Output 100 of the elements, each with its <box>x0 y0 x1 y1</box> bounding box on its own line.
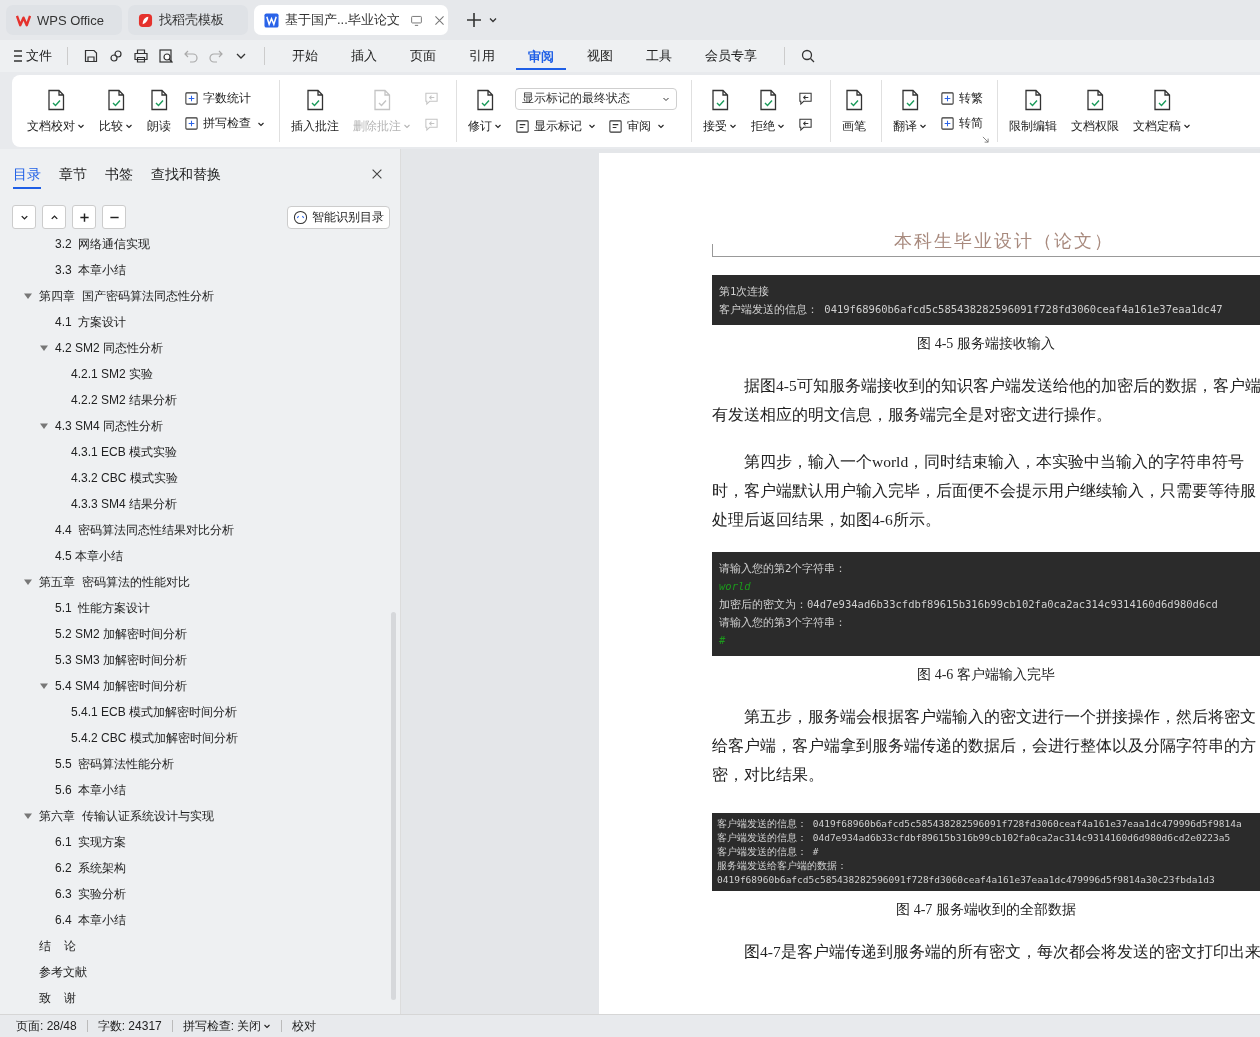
ribbon-button[interactable]: 文档定稿 <box>1128 83 1196 139</box>
toc-entry[interactable]: 第六章 传输认证系统设计与实现 <box>39 807 214 825</box>
expand-arrow-icon[interactable] <box>39 343 49 353</box>
ribbon-button[interactable]: 比较 <box>94 83 138 139</box>
plus-box-icon <box>184 91 199 106</box>
chevron-down-icon[interactable] <box>488 15 498 25</box>
toc-entry[interactable]: 4.3.1 ECB 模式实验 <box>71 443 178 461</box>
toc-entry[interactable]: 6.2 系统架构 <box>55 859 127 877</box>
toc-entry[interactable]: 5.4 SM4 加解密时间分析 <box>55 677 188 695</box>
ribbon-button[interactable]: 限制编辑 <box>1004 83 1062 139</box>
toc-entry[interactable]: 参考文献 <box>39 963 87 981</box>
plus-box-icon <box>940 91 955 106</box>
expand-arrow-icon[interactable] <box>23 291 33 301</box>
toc-entry[interactable]: 4.2 SM2 同态性分析 <box>55 339 164 357</box>
pane-tab[interactable]: 目录 <box>13 165 41 189</box>
toc-entry[interactable]: 5.3 SM3 加解密时间分析 <box>55 651 188 669</box>
toc-entry[interactable]: 5.1 性能方案设计 <box>55 599 151 617</box>
toc-entry[interactable]: 第五章 密码算法的性能对比 <box>39 573 190 591</box>
toc-entry[interactable]: 6.4 本章小结 <box>55 911 127 929</box>
expand-arrow-icon[interactable] <box>39 421 49 431</box>
toc-entry[interactable]: 5.2 SM2 加解密时间分析 <box>55 625 188 643</box>
file-menu[interactable]: 文件 <box>14 47 52 65</box>
ribbon-button[interactable]: 拼写检查 <box>184 115 265 132</box>
collapse-button[interactable] <box>12 205 36 229</box>
document-tab[interactable]: 基于国产...毕业论文 <box>254 5 448 35</box>
toc-entry[interactable]: 第四章 国产密码算法同态性分析 <box>39 287 214 305</box>
toc-entry[interactable]: 5.5 密码算法性能分析 <box>55 755 175 773</box>
toc-entry[interactable]: 3.3 本章小结 <box>55 261 127 279</box>
pane-tab[interactable]: 书签 <box>105 165 133 189</box>
comment-arrow-icon <box>798 90 813 106</box>
add-button[interactable] <box>72 205 96 229</box>
ribbon-tab[interactable]: 引用 <box>457 41 507 71</box>
save-icon[interactable] <box>83 48 99 64</box>
close-icon[interactable] <box>432 13 446 27</box>
toc-entry[interactable]: 结 论 <box>39 937 77 955</box>
document-tab[interactable]: 找稻壳模板 <box>128 5 248 35</box>
ribbon-button[interactable]: 显示标记 <box>515 117 596 135</box>
preview-icon[interactable] <box>158 48 174 64</box>
scrollbar[interactable] <box>391 612 396 1000</box>
toc-entry[interactable]: 4.4 密码算法同态性结果对比分析 <box>55 521 235 539</box>
expand-arrow-icon[interactable] <box>39 681 49 691</box>
toc-entry[interactable]: 4.1 方案设计 <box>55 313 127 331</box>
body-text-line: 处理后返回结果，如图4-6所示。 <box>712 510 942 530</box>
toc-entry[interactable]: 3.2 网络通信实现 <box>55 235 151 253</box>
toc-entry[interactable]: 致 谢 <box>39 989 77 1007</box>
print-icon[interactable] <box>133 48 149 64</box>
ribbon-button[interactable]: 文档校对 <box>22 83 90 139</box>
ribbon-button[interactable]: 插入批注 <box>286 83 344 139</box>
ribbon-button[interactable]: 接受 <box>698 83 742 139</box>
ribbon-button[interactable]: 审阅 <box>608 117 665 135</box>
new-tab-icon[interactable] <box>466 12 482 28</box>
ribbon-button[interactable]: 拒绝 <box>746 83 790 139</box>
pane-tab[interactable]: 章节 <box>59 165 87 189</box>
document-tab[interactable]: WPS Office <box>6 5 122 35</box>
redo-icon[interactable] <box>208 48 224 64</box>
expand-button[interactable] <box>42 205 66 229</box>
ribbon-button[interactable]: 画笔 <box>837 83 871 139</box>
ribbon-button[interactable]: 转繁 <box>940 90 983 107</box>
figure-caption: 图 4-6 客户端输入完毕 <box>916 666 1056 684</box>
ribbon-button[interactable]: 修订 <box>463 83 507 139</box>
toc-entry[interactable]: 4.5 本章小结 <box>55 547 123 565</box>
ribbon-button[interactable]: 转简 <box>940 115 983 132</box>
figure-caption: 图 4-5 服务端接收输入 <box>916 335 1056 353</box>
plus-box-icon <box>940 116 955 131</box>
ribbon-tab[interactable]: 开始 <box>280 41 330 71</box>
status-dropdown[interactable]: 拼写检查: 关闭 <box>182 1017 272 1035</box>
console-line: # <box>719 633 727 648</box>
expand-arrow-icon[interactable] <box>23 577 33 587</box>
toc-entry[interactable]: 4.3.2 CBC 模式实验 <box>71 469 178 487</box>
ribbon-tab[interactable]: 会员专享 <box>693 41 769 71</box>
ribbon-tab[interactable]: 工具 <box>634 41 684 71</box>
search-icon[interactable] <box>800 48 816 64</box>
ribbon-button[interactable]: 翻译 <box>888 83 932 139</box>
monitor-icon[interactable] <box>409 13 423 27</box>
markup-view-select[interactable]: 显示标记的最终状态 <box>515 87 677 110</box>
ribbon-button[interactable]: 朗读 <box>142 83 176 139</box>
link-icon[interactable] <box>108 48 124 64</box>
console-line: world <box>719 579 752 594</box>
toc-entry[interactable]: 6.1 实现方案 <box>55 833 127 851</box>
ribbon-button[interactable]: 字数统计 <box>184 90 265 107</box>
toc-entry[interactable]: 4.3.3 SM4 结果分析 <box>71 495 178 513</box>
list-box-icon <box>608 118 623 134</box>
toc-entry[interactable]: 5.6 本章小结 <box>55 781 127 799</box>
ribbon-tab[interactable]: 插入 <box>339 41 389 71</box>
dialog-launcher-icon[interactable] <box>982 136 989 143</box>
toc-entry[interactable]: 5.4.2 CBC 模式加解密时间分析 <box>71 729 238 747</box>
ribbon-tab[interactable]: 页面 <box>398 41 448 71</box>
toc-entry[interactable]: 5.4.1 ECB 模式加解密时间分析 <box>71 703 238 721</box>
pane-tab[interactable]: 查找和替换 <box>151 165 221 189</box>
toc-entry[interactable]: 4.2.1 SM2 实验 <box>71 365 154 383</box>
toc-entry[interactable]: 4.2.2 SM2 结果分析 <box>71 391 178 409</box>
ribbon-button[interactable]: 文档权限 <box>1066 83 1124 139</box>
ribbon-tab[interactable]: 视图 <box>575 41 625 71</box>
close-icon[interactable] <box>370 167 384 181</box>
smart-toc-button[interactable]: 智能识别目录 <box>287 205 390 229</box>
ribbon-tab[interactable]: 审阅 <box>516 42 566 70</box>
toc-entry[interactable]: 4.3 SM4 同态性分析 <box>55 417 164 435</box>
undo-icon[interactable] <box>183 48 199 64</box>
toc-entry[interactable]: 6.3 实验分析 <box>55 885 127 903</box>
expand-arrow-icon[interactable] <box>23 811 33 821</box>
